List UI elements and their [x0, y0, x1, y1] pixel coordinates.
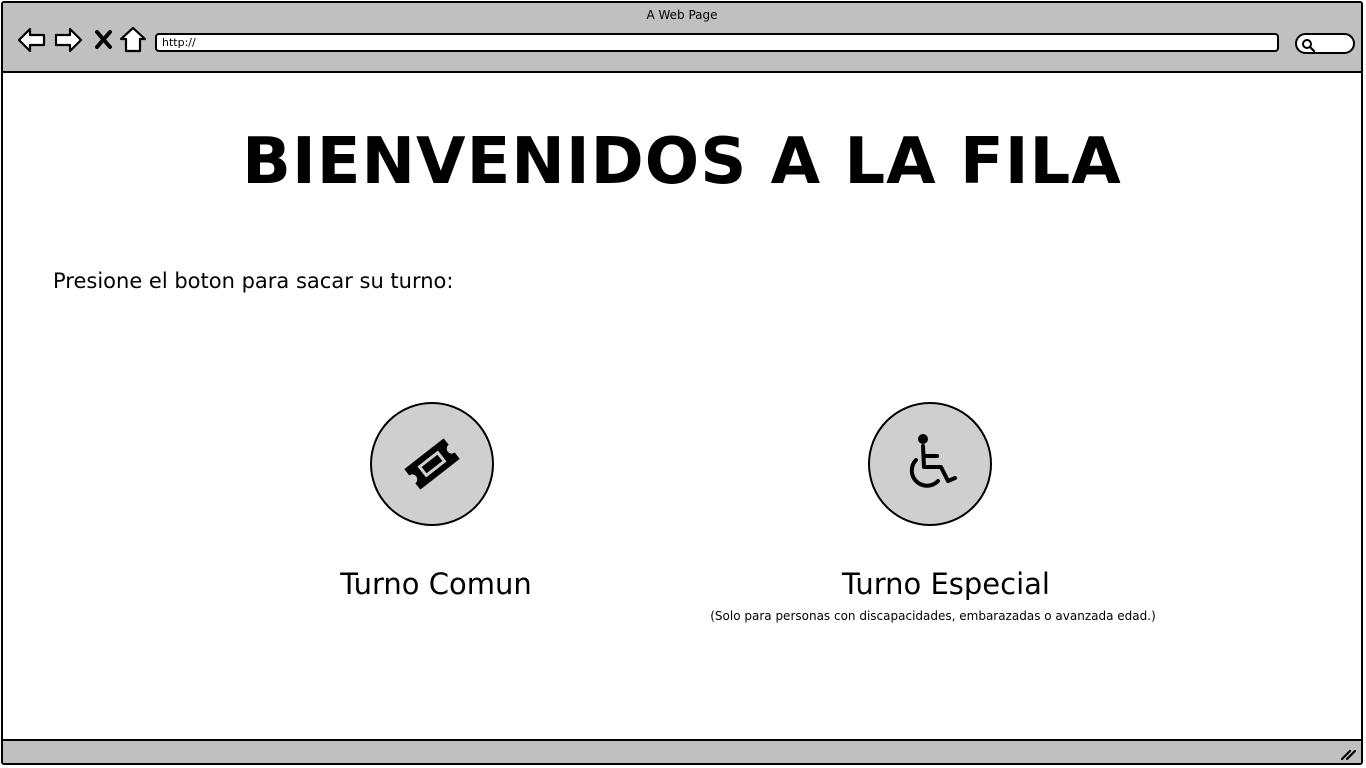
search-icon — [1302, 39, 1315, 52]
home-icon[interactable] — [119, 25, 149, 55]
turno-comun-label: Turno Comun — [340, 567, 532, 601]
browser-window: A Web Page http:// BIENVENIDOS A LA FILA… — [1, 1, 1363, 765]
window-title: A Web Page — [646, 8, 718, 22]
turno-especial-label: Turno Especial — [842, 567, 1050, 601]
forward-arrow-icon[interactable] — [53, 25, 83, 55]
status-bar — [3, 739, 1361, 763]
browser-toolbar: A Web Page http:// — [3, 3, 1361, 73]
search-field[interactable] — [1295, 33, 1355, 54]
turno-especial-note: (Solo para personas con discapacidades, … — [710, 609, 1156, 623]
address-bar-value: http:// — [162, 36, 196, 49]
wheelchair-icon — [909, 434, 957, 488]
turno-especial-button[interactable] — [868, 402, 992, 526]
close-icon[interactable] — [91, 25, 121, 55]
ticket-icon — [404, 438, 460, 490]
page-title: BIENVENIDOS A LA FILA — [242, 125, 1122, 199]
resize-grip-icon[interactable] — [1339, 747, 1357, 761]
address-bar[interactable]: http:// — [155, 33, 1279, 52]
back-arrow-icon[interactable] — [17, 25, 47, 55]
instruction-text: Presione el boton para sacar su turno: — [53, 269, 454, 293]
turno-comun-button[interactable] — [370, 402, 494, 526]
